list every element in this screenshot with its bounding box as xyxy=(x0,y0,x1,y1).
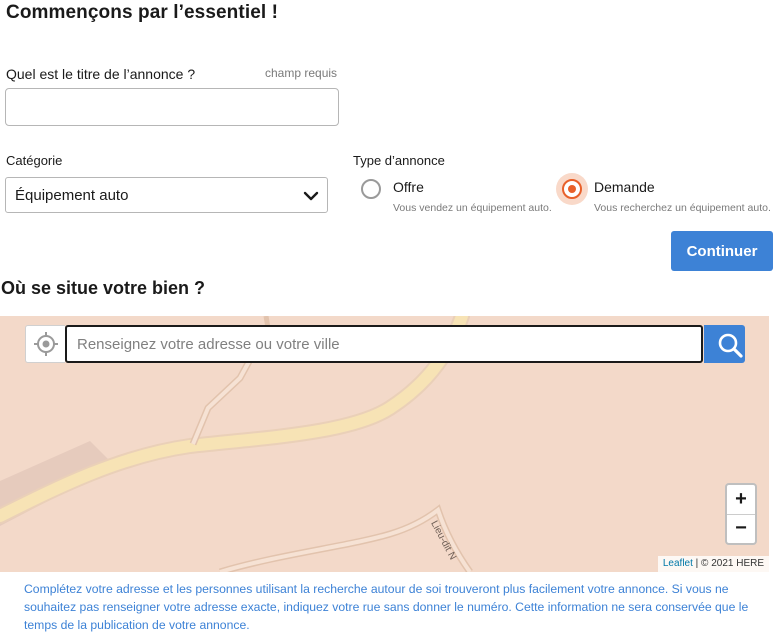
radio-demande[interactable] xyxy=(562,179,582,199)
zoom-control: + − xyxy=(725,483,757,545)
radio-offre-label[interactable]: Offre xyxy=(393,179,424,195)
radio-offre[interactable] xyxy=(361,179,381,199)
continue-button[interactable]: Continuer xyxy=(671,231,773,271)
required-hint: champ requis xyxy=(265,66,338,80)
radio-demande-description: Vous recherchez un équipement auto. xyxy=(594,202,771,214)
zoom-out-button[interactable]: − xyxy=(727,514,755,543)
map[interactable]: Lieu-dit N + − Leaflet | © 2021 HERE xyxy=(0,316,769,572)
ad-type-label: Type d’annonce xyxy=(353,153,445,168)
address-search-input[interactable] xyxy=(65,325,703,363)
page-title: Commençons par l’essentiel ! xyxy=(6,2,279,23)
radio-offre-description: Vous vendez un équipement auto. xyxy=(393,202,552,214)
radio-demande-label[interactable]: Demande xyxy=(594,179,655,195)
leaflet-link[interactable]: Leaflet xyxy=(663,558,693,569)
radio-selected-dot xyxy=(568,185,576,193)
category-label: Catégorie xyxy=(6,153,63,168)
title-field-label: Quel est le titre de l’annonce ? xyxy=(6,66,196,82)
map-attribution: Leaflet | © 2021 HERE xyxy=(657,556,769,572)
chevron-down-icon xyxy=(303,191,319,201)
location-heading: Où se situe votre bien ? xyxy=(1,278,206,298)
search-icon xyxy=(718,333,743,358)
category-select[interactable]: Équipement auto xyxy=(5,177,328,213)
locate-button[interactable] xyxy=(25,325,65,363)
location-info-text: Complétez votre adresse et les personnes… xyxy=(24,582,749,632)
search-button[interactable] xyxy=(704,325,745,363)
attribution-text: | © 2021 HERE xyxy=(692,558,764,569)
zoom-in-button[interactable]: + xyxy=(727,485,755,515)
category-selected-value: Équipement auto xyxy=(15,187,129,204)
locate-icon xyxy=(34,332,58,356)
title-input[interactable] xyxy=(5,88,339,126)
